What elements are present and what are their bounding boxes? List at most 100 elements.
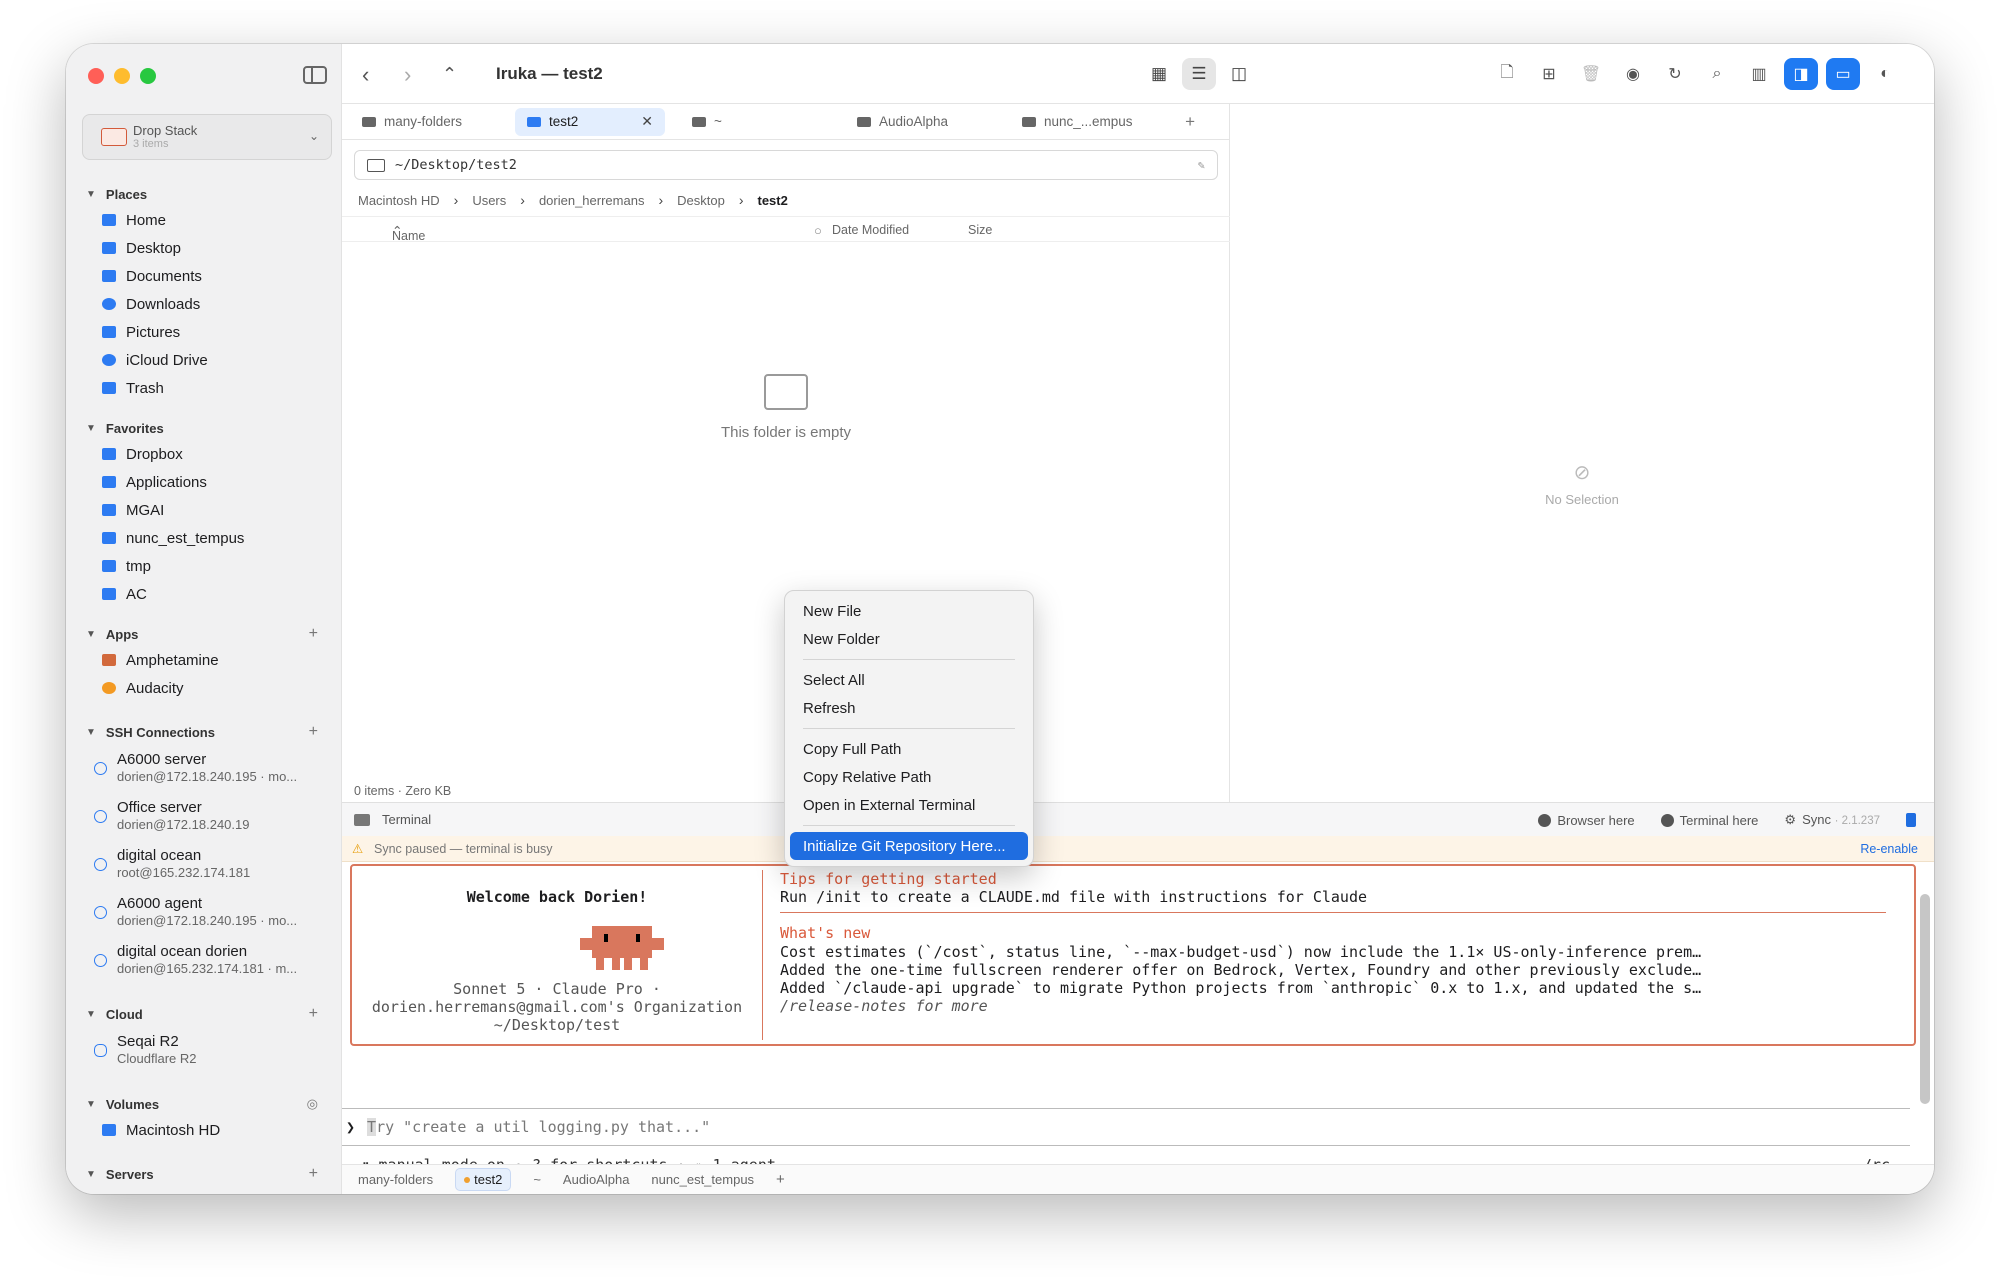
forward-icon[interactable]: ›	[404, 62, 411, 88]
terminal-tab-active[interactable]: test2	[455, 1168, 512, 1191]
name-column-header[interactable]: Name ⌃	[392, 223, 425, 243]
tab-home[interactable]: ~	[680, 108, 845, 136]
sidebar-item-home[interactable]: Home	[66, 206, 342, 234]
ssh-item[interactable]: digital ocean dorien dorien@165.232.174.1…	[66, 936, 342, 984]
places-header[interactable]: ▼ Places	[66, 182, 342, 206]
terminal-tab[interactable]: many-folders	[358, 1172, 433, 1187]
sidebar-item-dropbox[interactable]: Dropbox	[66, 440, 342, 468]
ssh-item[interactable]: A6000 server dorien@172.18.240.195 · mo..…	[66, 744, 342, 792]
menu-new-file[interactable]: New File	[790, 597, 1028, 625]
desktop-icon	[102, 242, 116, 254]
prompt-input[interactable]: ❯ Try "create a util logging.py that..."	[342, 1108, 1910, 1146]
hidden-files-icon[interactable]: ◉	[1616, 58, 1650, 90]
sidebar-item-tmp[interactable]: tmp	[66, 552, 342, 580]
folder-icon	[102, 504, 116, 516]
path-field[interactable]: ~/Desktop/test2 ✎	[354, 150, 1218, 180]
cloud-header[interactable]: ▼ Cloud +	[66, 1002, 342, 1026]
ssh-item[interactable]: Office server dorien@172.18.240.19	[66, 792, 342, 840]
search-icon[interactable]: ⌕	[1700, 58, 1734, 90]
tab-test2[interactable]: test2 ✕	[515, 107, 665, 136]
sidebar-item-amphetamine[interactable]: Amphetamine	[66, 646, 342, 674]
browser-here-button[interactable]: Browser here	[1538, 813, 1635, 828]
sidebar-item-documents[interactable]: Documents	[66, 262, 342, 290]
new-terminal-tab-button[interactable]: +	[776, 1171, 785, 1188]
list-view-icon[interactable]: ☰	[1182, 58, 1216, 90]
edit-path-icon[interactable]: ✎	[1198, 158, 1205, 172]
terminal-tab[interactable]: AudioAlpha	[563, 1172, 630, 1187]
breadcrumb-item[interactable]: Desktop	[677, 193, 725, 208]
drop-stack[interactable]: Drop Stack 3 items ⌄	[82, 114, 332, 160]
breadcrumb-item[interactable]: dorien_herremans	[539, 193, 645, 208]
sidebar-item-applications[interactable]: Applications	[66, 468, 342, 496]
grid-view-icon[interactable]: ▦	[1142, 58, 1176, 90]
terminal-tab[interactable]: ~	[533, 1172, 541, 1187]
new-tab-button[interactable]: +	[1185, 112, 1195, 132]
servers-header[interactable]: ▼ Servers +	[66, 1162, 342, 1186]
parent-folder-icon[interactable]: ⌃	[442, 64, 457, 85]
text-cursor: T	[367, 1118, 377, 1136]
add-ssh-button[interactable]: +	[309, 723, 318, 741]
sidebar-item-trash[interactable]: Trash	[66, 374, 342, 402]
terminal-scrollbar[interactable]	[1920, 894, 1930, 1104]
disk-icon[interactable]: ◎	[307, 1096, 318, 1112]
chevron-down-icon[interactable]: ⌄	[309, 129, 319, 143]
trash-icon[interactable]	[1906, 813, 1916, 827]
menu-init-git[interactable]: Initialize Git Repository Here...	[790, 832, 1028, 860]
cloud-item[interactable]: Seqai R2 Cloudflare R2	[66, 1026, 342, 1074]
sidebar-item-mgai[interactable]: MGAI	[66, 496, 342, 524]
sidebar-toggle-icon[interactable]	[303, 66, 327, 84]
apps-header[interactable]: ▼ Apps +	[66, 622, 342, 646]
sidebar-item-desktop[interactable]: Desktop	[66, 234, 342, 262]
menu-copy-full-path[interactable]: Copy Full Path	[790, 735, 1028, 763]
breadcrumb-current[interactable]: test2	[758, 193, 788, 208]
size-column-header[interactable]: Size	[968, 223, 992, 237]
split-view-icon[interactable]: ▥	[1742, 58, 1776, 90]
terminal-panel-icon[interactable]: ▭	[1826, 58, 1860, 90]
sidebar-item-macintosh-hd[interactable]: Macintosh HD	[66, 1116, 342, 1144]
volumes-header[interactable]: ▼ Volumes ◎	[66, 1092, 342, 1116]
date-column-header[interactable]: Date Modified	[832, 223, 909, 237]
close-tab-icon[interactable]: ✕	[641, 113, 653, 130]
menu-copy-relative-path[interactable]: Copy Relative Path	[790, 763, 1028, 791]
add-cloud-button[interactable]: +	[309, 1005, 318, 1023]
ssh-item[interactable]: digital ocean root@165.232.174.181	[66, 840, 342, 888]
back-icon[interactable]: ‹	[362, 62, 369, 88]
sync-button[interactable]: ⚙ Sync · 2.1.237	[1784, 812, 1880, 828]
sidebar-item-downloads[interactable]: Downloads	[66, 290, 342, 318]
add-app-button[interactable]: +	[309, 625, 318, 643]
terminal-output[interactable]: Welcome back Dorien! Sonnet 5 · Claude P…	[342, 862, 1934, 1174]
reenable-link[interactable]: Re-enable	[1860, 842, 1918, 856]
sidebar-item-ac[interactable]: AC	[66, 580, 342, 608]
column-view-icon[interactable]: ◫	[1222, 58, 1256, 90]
breadcrumb-item[interactable]: Macintosh HD	[358, 193, 440, 208]
zoom-button[interactable]	[140, 68, 156, 84]
add-server-button[interactable]: +	[309, 1165, 318, 1183]
menu-refresh[interactable]: Refresh	[790, 694, 1028, 722]
preview-panel-icon[interactable]: ◨	[1784, 58, 1818, 90]
sidebar-item-nunc[interactable]: nunc_est_tempus	[66, 524, 342, 552]
ssh-header[interactable]: ▼ SSH Connections +	[66, 720, 342, 744]
menu-new-folder[interactable]: New Folder	[790, 625, 1028, 653]
new-file-icon[interactable]: 🗋	[1490, 58, 1524, 90]
ssh-section: ▼ SSH Connections + A6000 server dorien@172…	[66, 720, 342, 984]
trash-icon[interactable]: 🗑	[1574, 58, 1608, 90]
terminal-here-button[interactable]: Terminal here	[1660, 813, 1758, 828]
sidebar-item-icloud[interactable]: iCloud Drive	[66, 346, 342, 374]
tab-nunc[interactable]: nunc_...empus	[1010, 108, 1175, 136]
tab-audioalpha[interactable]: AudioAlpha	[845, 108, 1010, 136]
menu-select-all[interactable]: Select All	[790, 666, 1028, 694]
sidebar-item-pictures[interactable]: Pictures	[66, 318, 342, 346]
new-folder-icon[interactable]: ⊞	[1532, 58, 1566, 90]
close-button[interactable]	[88, 68, 104, 84]
menu-open-external-terminal[interactable]: Open in External Terminal	[790, 791, 1028, 819]
favorites-header[interactable]: ▼ Favorites	[66, 416, 342, 440]
refresh-icon[interactable]: ↻	[1658, 58, 1692, 90]
sidebar-item-audacity[interactable]: Audacity	[66, 674, 342, 702]
tab-many-folders[interactable]: many-folders	[350, 108, 515, 136]
appearance-icon[interactable]: ◐	[1868, 58, 1902, 90]
breadcrumb-item[interactable]: Users	[472, 193, 506, 208]
minimize-button[interactable]	[114, 68, 130, 84]
terminal-title: Terminal	[382, 812, 432, 827]
terminal-tab[interactable]: nunc_est_tempus	[651, 1172, 754, 1187]
ssh-item[interactable]: A6000 agent dorien@172.18.240.195 · mo...	[66, 888, 342, 936]
